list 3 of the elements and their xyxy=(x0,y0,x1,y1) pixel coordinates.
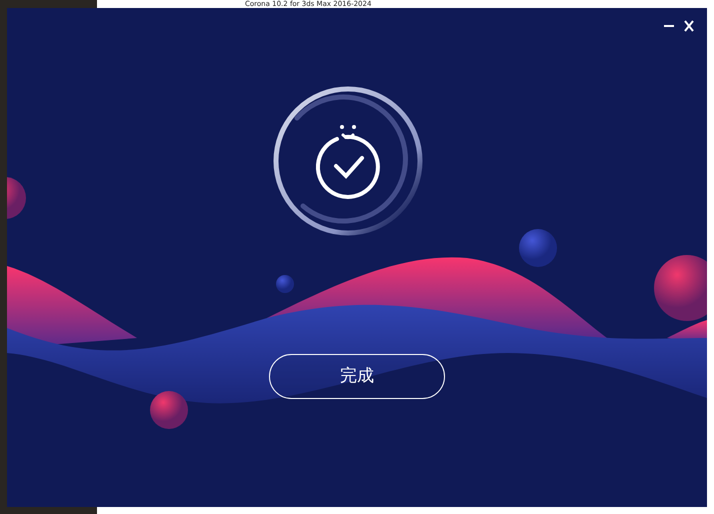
success-check-icon xyxy=(274,86,422,236)
finish-button[interactable]: 完成 xyxy=(269,354,445,399)
minimize-icon xyxy=(664,25,674,27)
